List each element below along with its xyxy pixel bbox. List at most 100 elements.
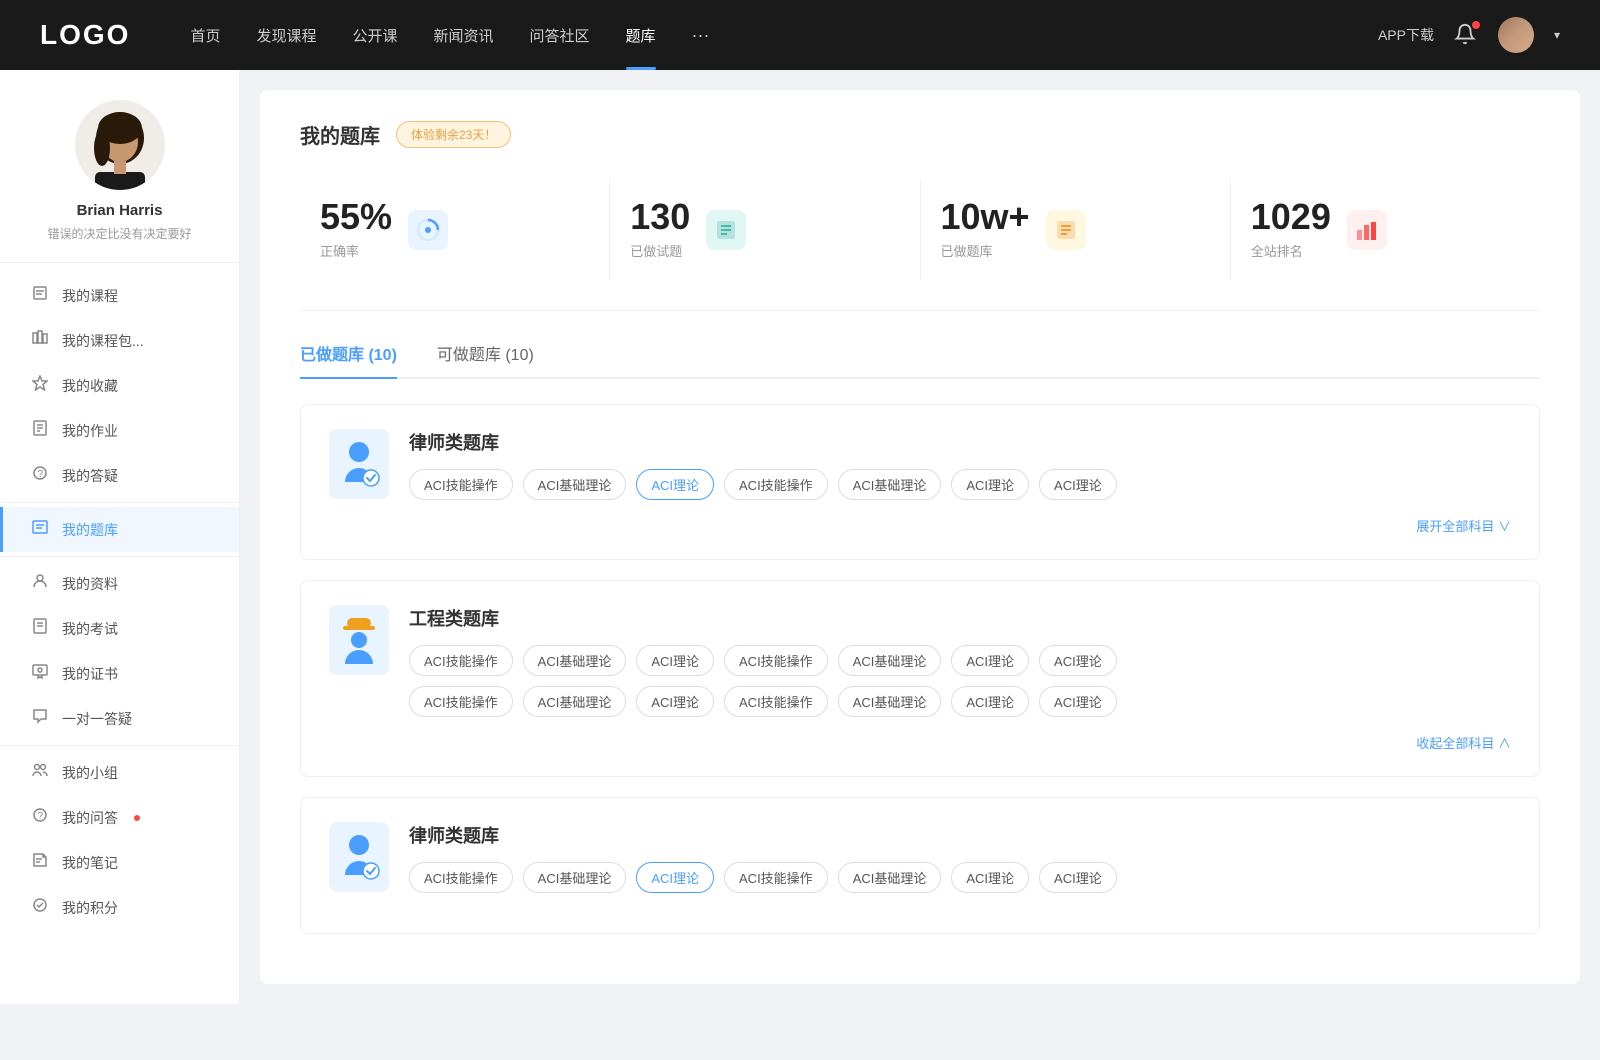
qbank-tag[interactable]: ACI技能操作 xyxy=(409,469,513,500)
navbar-right: APP下载 ▾ xyxy=(1378,17,1560,53)
qbank-tag[interactable]: ACI理论 xyxy=(636,645,714,676)
sidebar-item-mygroup[interactable]: 我的小组 xyxy=(0,750,239,795)
qbank-tag[interactable]: ACI理论 xyxy=(1039,469,1117,500)
qbank-tag[interactable]: ACI技能操作 xyxy=(409,686,513,717)
qbank-icon-lawyer2 xyxy=(329,822,389,892)
qbank-tag[interactable]: ACI理论 xyxy=(636,686,714,717)
sidebar-item-myexam[interactable]: 我的考试 xyxy=(0,606,239,651)
main-content: 我的题库 体验剩余23天！ 55% 正确率 xyxy=(260,90,1580,984)
sidebar-label: 我的答疑 xyxy=(62,466,118,486)
qbank-title: 工程类题库 xyxy=(409,605,1511,631)
avatar-image xyxy=(1498,17,1534,53)
notes-icon xyxy=(30,852,50,873)
stat-card-rank: 1029 全站排名 xyxy=(1231,179,1540,280)
qbank-tags: ACI技能操作 ACI基础理论 ACI理论 ACI技能操作 ACI基础理论 AC… xyxy=(409,469,1511,500)
sidebar-item-mycourse[interactable]: 我的课程 xyxy=(0,273,239,318)
qbank-tag[interactable]: ACI理论 xyxy=(1039,645,1117,676)
qbank-card-lawyer2: 律师类题库 ACI技能操作 ACI基础理论 ACI理论 ACI技能操作 ACI基… xyxy=(300,797,1540,934)
qbank-tag[interactable]: ACI技能操作 xyxy=(409,862,513,893)
unread-dot xyxy=(134,815,140,821)
qbank-tag[interactable]: ACI理论 xyxy=(1039,862,1117,893)
sidebar-item-certificate[interactable]: 我的证书 xyxy=(0,651,239,696)
stat-card-done: 130 已做试题 xyxy=(610,179,920,280)
nav-news[interactable]: 新闻资讯 xyxy=(434,25,494,46)
sidebar-label: 我的考试 xyxy=(62,619,118,639)
qbank-tag-active[interactable]: ACI理论 xyxy=(636,862,714,893)
nav-qa[interactable]: 问答社区 xyxy=(530,25,590,46)
nav-discover[interactable]: 发现课程 xyxy=(256,25,316,46)
divider xyxy=(0,556,239,557)
stat-label-accuracy: 正确率 xyxy=(320,241,392,260)
qbank-tag[interactable]: ACI基础理论 xyxy=(838,645,942,676)
expand-button[interactable]: 展开全部科目 ∨ xyxy=(1416,516,1511,535)
nav-more[interactable]: ··· xyxy=(692,25,710,46)
qbank-tag[interactable]: ACI技能操作 xyxy=(724,645,828,676)
qbank-tag[interactable]: ACI理论 xyxy=(1039,686,1117,717)
coursepack-icon xyxy=(30,330,50,351)
sidebar-item-coursepack[interactable]: 我的课程包... xyxy=(0,318,239,363)
qbank-tags: ACI技能操作 ACI基础理论 ACI理论 ACI技能操作 ACI基础理论 AC… xyxy=(409,862,1511,893)
sidebar-item-myprofile[interactable]: 我的资料 xyxy=(0,561,239,606)
nav-opencourse[interactable]: 公开课 xyxy=(352,25,397,46)
avatar[interactable] xyxy=(1498,17,1534,53)
divider xyxy=(0,745,239,746)
tab-done-banks[interactable]: 已做题库 (10) xyxy=(300,341,397,377)
divider xyxy=(0,502,239,503)
qbank-tag[interactable]: ACI技能操作 xyxy=(409,645,513,676)
qbank-tag[interactable]: ACI基础理论 xyxy=(523,645,627,676)
qbank-tag[interactable]: ACI基础理论 xyxy=(523,469,627,500)
tab-available-banks[interactable]: 可做题库 (10) xyxy=(437,341,534,377)
group-icon xyxy=(30,762,50,783)
sidebar-item-questionbank[interactable]: 我的题库 xyxy=(0,507,239,552)
points-icon xyxy=(30,897,50,918)
star-icon xyxy=(30,375,50,396)
sidebar-motto: 错误的决定比没有决定要好 xyxy=(47,225,191,242)
collapse-button[interactable]: 收起全部科目 ∧ xyxy=(1416,733,1511,752)
done-banks-icon xyxy=(1046,210,1086,250)
nav-home[interactable]: 首页 xyxy=(190,25,220,46)
rank-icon xyxy=(1347,210,1387,250)
sidebar-avatar xyxy=(75,100,165,190)
qbank-tag[interactable]: ACI基础理论 xyxy=(838,686,942,717)
sidebar-item-favorites[interactable]: 我的收藏 xyxy=(0,363,239,408)
sidebar-menu: 我的课程 我的课程包... 我的收藏 我的作业 xyxy=(0,273,239,930)
sidebar-item-myquestion[interactable]: ? 我的问答 xyxy=(0,795,239,840)
qbank-tag[interactable]: ACI理论 xyxy=(951,686,1029,717)
sidebar-label: 我的资料 xyxy=(62,574,118,594)
main-layout: Brian Harris 错误的决定比没有决定要好 我的课程 我的课程包... xyxy=(0,70,1600,1004)
qbank-icon-engineer xyxy=(329,605,389,675)
qbank-tag[interactable]: ACI理论 xyxy=(951,469,1029,500)
qbank-tag[interactable]: ACI理论 xyxy=(951,862,1029,893)
qbank-tag[interactable]: ACI基础理论 xyxy=(523,686,627,717)
qbank-body: 工程类题库 ACI技能操作 ACI基础理论 ACI理论 ACI技能操作 ACI基… xyxy=(409,605,1511,717)
sidebar-item-myqa[interactable]: ? 我的答疑 xyxy=(0,453,239,498)
sidebar-label: 我的课程包... xyxy=(62,331,144,351)
sidebar-item-mypoints[interactable]: 我的积分 xyxy=(0,885,239,930)
qbank-tag[interactable]: ACI技能操作 xyxy=(724,862,828,893)
qbank-card-header: 工程类题库 ACI技能操作 ACI基础理论 ACI理论 ACI技能操作 ACI基… xyxy=(329,605,1511,717)
qbank-card-header: 律师类题库 ACI技能操作 ACI基础理论 ACI理论 ACI技能操作 ACI基… xyxy=(329,429,1511,500)
sidebar-label: 一对一答疑 xyxy=(62,709,132,729)
qbank-tag-active[interactable]: ACI理论 xyxy=(636,469,714,500)
stat-info: 10w+ 已做题库 xyxy=(941,199,1030,260)
done-questions-icon xyxy=(706,210,746,250)
sidebar-item-mynotes[interactable]: 我的笔记 xyxy=(0,840,239,885)
sidebar-username: Brian Harris xyxy=(77,202,163,219)
qbank-title: 律师类题库 xyxy=(409,822,1511,848)
qbank-tag[interactable]: ACI基础理论 xyxy=(838,469,942,500)
sidebar-item-1on1qa[interactable]: 一对一答疑 xyxy=(0,696,239,741)
qbank-tag[interactable]: ACI技能操作 xyxy=(724,686,828,717)
chevron-down-icon[interactable]: ▾ xyxy=(1554,28,1560,42)
nav-questionbank[interactable]: 题库 xyxy=(626,25,656,46)
notification-bell[interactable] xyxy=(1454,23,1478,47)
sidebar-item-homework[interactable]: 我的作业 xyxy=(0,408,239,453)
stat-value-accuracy: 55% xyxy=(320,199,392,235)
qbank-tag[interactable]: ACI技能操作 xyxy=(724,469,828,500)
qbank-tag[interactable]: ACI基础理论 xyxy=(523,862,627,893)
exam-icon xyxy=(30,618,50,639)
qbank-tag[interactable]: ACI理论 xyxy=(951,645,1029,676)
qbank-tag[interactable]: ACI基础理论 xyxy=(838,862,942,893)
app-download-button[interactable]: APP下载 xyxy=(1378,25,1434,45)
qbank-icon xyxy=(30,519,50,540)
stat-label-banks: 已做题库 xyxy=(941,241,1030,260)
